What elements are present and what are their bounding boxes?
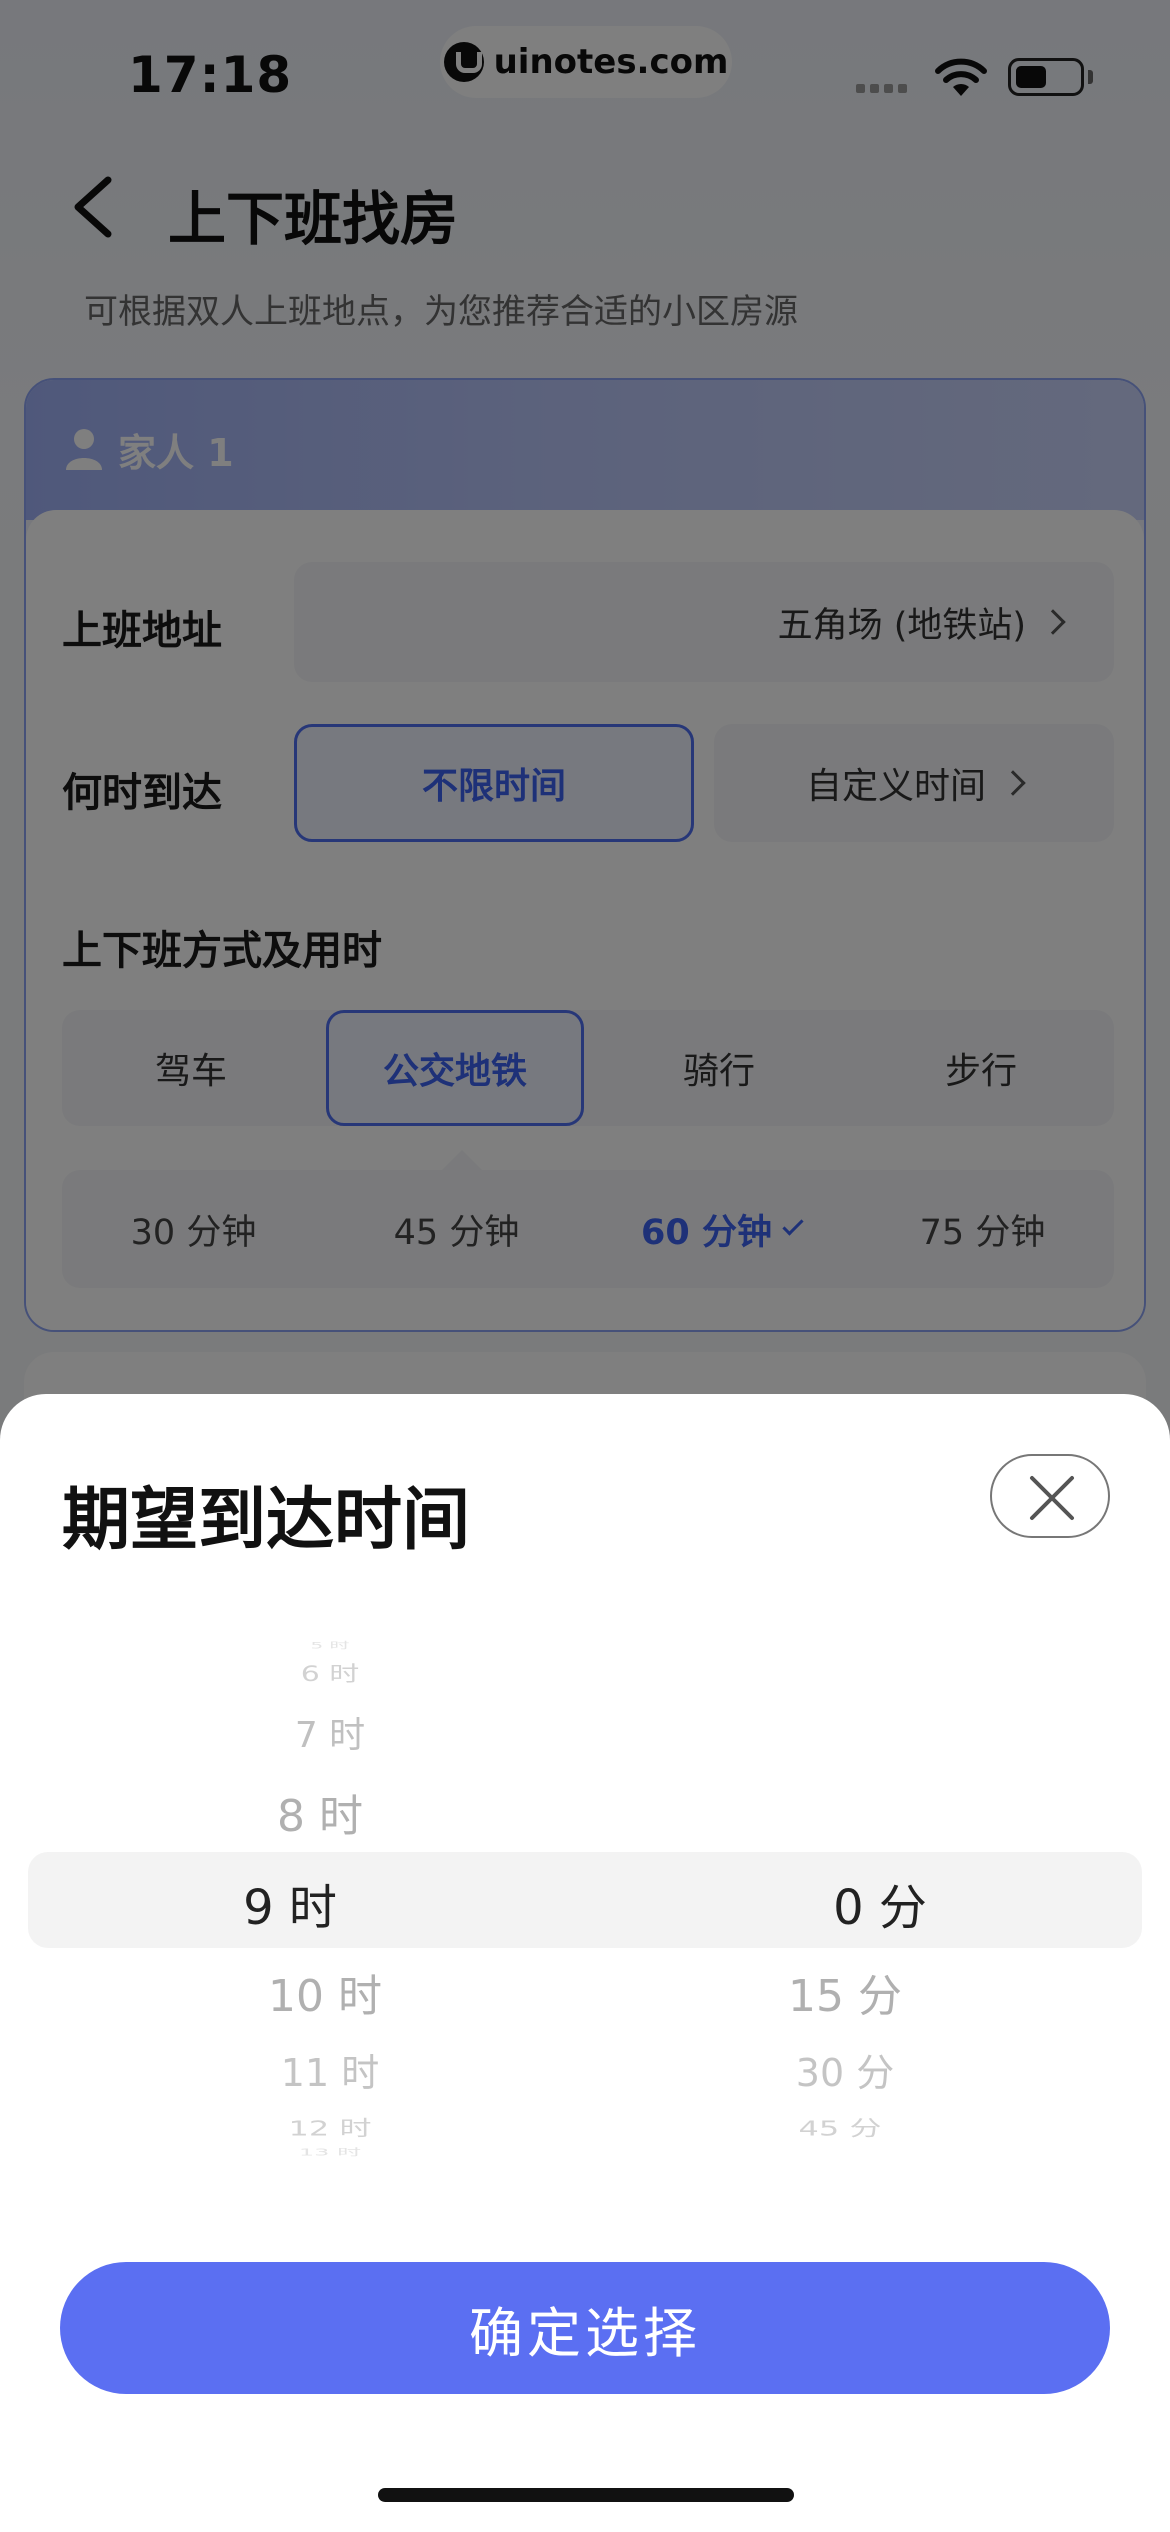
arrival-time-sheet: 期望到达时间 5 时 6 时 7 时 8 时 9 时 10 时 11 时 12 … xyxy=(0,1394,1170,2532)
hour-option[interactable]: 13 时 xyxy=(255,2145,405,2159)
hour-option[interactable]: 10 时 xyxy=(250,1960,400,2024)
close-button[interactable] xyxy=(990,1454,1110,1538)
hour-option[interactable]: 6 时 xyxy=(260,1657,400,1688)
confirm-button[interactable]: 确定选择 xyxy=(60,2262,1110,2394)
close-icon xyxy=(1030,1476,1074,1520)
minute-option[interactable]: 30 分 xyxy=(770,2042,920,2097)
hour-option[interactable]: 11 时 xyxy=(255,2042,405,2097)
minute-option[interactable]: 15 分 xyxy=(770,1960,920,2024)
sheet-title: 期望到达时间 xyxy=(62,1481,471,1560)
minute-option[interactable]: 45 分 xyxy=(765,2112,915,2142)
hour-option[interactable]: 12 时 xyxy=(255,2112,405,2142)
minute-option-selected[interactable]: 0 分 xyxy=(805,1868,955,1938)
home-indicator xyxy=(378,2488,794,2502)
hour-option-selected[interactable]: 9 时 xyxy=(220,1868,360,1938)
hour-option[interactable]: 7 时 xyxy=(260,1706,400,1758)
hour-option[interactable]: 8 时 xyxy=(250,1780,390,1844)
picker-selection-band xyxy=(28,1852,1142,1948)
hour-option[interactable]: 5 时 xyxy=(260,1638,400,1651)
